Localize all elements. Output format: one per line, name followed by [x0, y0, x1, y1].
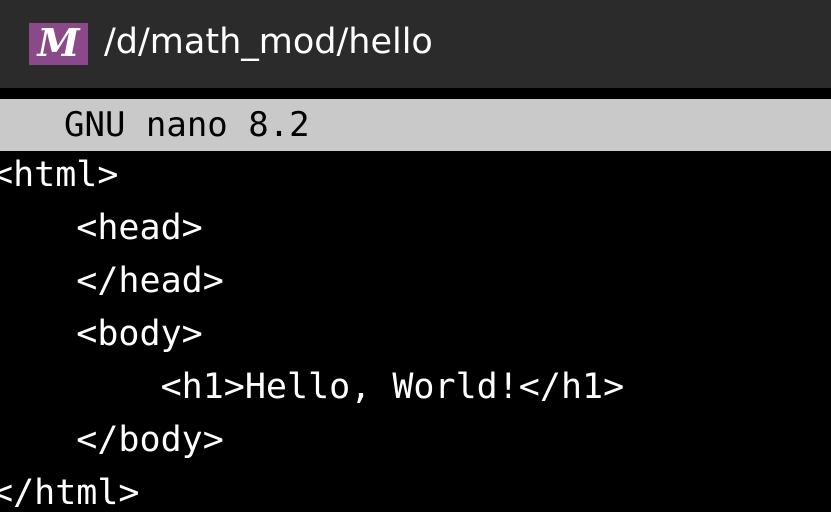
- buffer-line[interactable]: </body>: [0, 417, 224, 463]
- buffer-line[interactable]: </html>: [0, 470, 140, 512]
- app-icon-letter: M: [37, 20, 80, 65]
- msys2-app-icon[interactable]: M: [29, 23, 88, 65]
- terminal-window: M /d/math_mod/hello GNU nano 8.2 <html> …: [0, 0, 831, 512]
- buffer-line[interactable]: <html>: [0, 152, 118, 198]
- editor-buffer[interactable]: <html> <head> </head> <body> <h1>Hello, …: [0, 152, 831, 512]
- buffer-line[interactable]: </head>: [0, 258, 224, 304]
- buffer-line[interactable]: <head>: [0, 205, 202, 251]
- nano-title-bar: GNU nano 8.2: [0, 99, 831, 151]
- buffer-line[interactable]: <body>: [0, 311, 202, 357]
- buffer-line[interactable]: <h1>Hello, World!</h1>: [0, 364, 625, 410]
- window-title: /d/math_mod/hello: [104, 22, 433, 62]
- title-bar[interactable]: M /d/math_mod/hello: [0, 0, 831, 88]
- nano-version-label: GNU nano 8.2: [64, 105, 310, 145]
